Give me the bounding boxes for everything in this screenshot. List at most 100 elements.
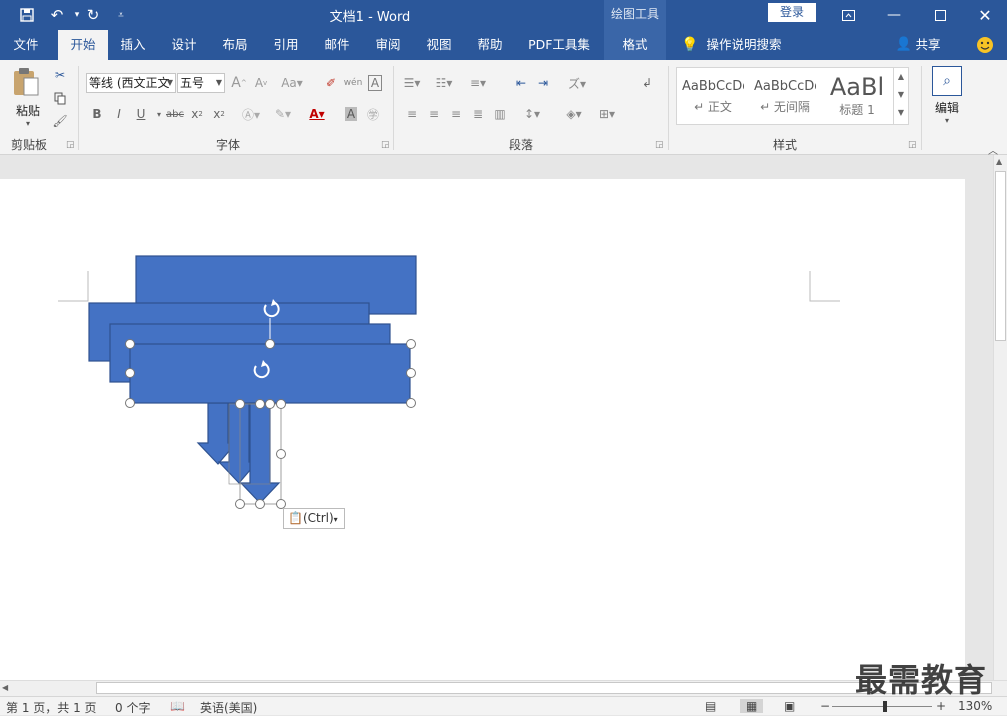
minimize-icon[interactable]: — (872, 0, 916, 30)
bullets-icon[interactable]: ☰▾ (401, 72, 423, 94)
style-no-spacing[interactable]: AaBbCcDd ↵ 无间隔 (753, 70, 817, 120)
margin-mark (58, 271, 89, 302)
language-indicator[interactable]: 英语(美国) (200, 699, 257, 716)
ribbon-display-options-icon[interactable] (826, 0, 870, 30)
vertical-scroll-thumb[interactable] (995, 171, 1006, 341)
justify-icon[interactable]: ≣ (467, 103, 489, 125)
distributed-icon[interactable]: ▥ (489, 103, 511, 125)
format-painter-icon[interactable]: 🖌 (49, 110, 71, 132)
chevron-down-icon: ▼ (215, 78, 222, 87)
zoom-slider-thumb[interactable] (883, 701, 887, 712)
highlight-color-icon[interactable]: ✎▾ (272, 103, 294, 125)
page-count[interactable]: 第 1 页，共 1 页 (6, 699, 97, 716)
tab-view[interactable]: 视图 (416, 30, 462, 60)
bold-icon[interactable]: B (86, 103, 108, 125)
font-size-select[interactable]: 五号 ▼ (177, 73, 225, 93)
tab-insert[interactable]: 插入 (110, 30, 156, 60)
subscript-icon[interactable]: x2 (186, 103, 208, 125)
clear-formatting-icon[interactable]: ✐ (320, 72, 342, 94)
callout-shape-selected[interactable] (129, 343, 411, 404)
maximize-icon[interactable] (918, 0, 962, 30)
enclose-characters-icon[interactable]: ㊫ (362, 103, 384, 125)
scroll-left-icon[interactable]: ◀ (2, 683, 8, 692)
line-spacing-icon[interactable]: ↕▾ (521, 103, 543, 125)
paste-button[interactable]: 粘贴 ▾ (10, 66, 46, 128)
text-effects-icon[interactable]: Ⓐ▾ (240, 103, 262, 125)
login-button[interactable]: 登录 (768, 3, 816, 22)
vertical-scrollbar[interactable]: ▲ (993, 155, 1007, 680)
align-left-icon[interactable]: ≡ (401, 103, 423, 125)
copy-icon[interactable] (49, 87, 71, 109)
shading-icon[interactable]: ◈▾ (563, 103, 585, 125)
align-right-icon[interactable]: ≡ (445, 103, 467, 125)
tab-format[interactable]: 格式 (604, 30, 666, 60)
undo-icon[interactable]: ↶ (46, 4, 68, 26)
tab-mailings[interactable]: 邮件 (314, 30, 360, 60)
tab-layout[interactable]: 布局 (212, 30, 258, 60)
superscript-icon[interactable]: x2 (208, 103, 230, 125)
numbering-icon[interactable]: ☷▾ (433, 72, 455, 94)
italic-icon[interactable]: I (108, 103, 130, 125)
zoom-in-icon[interactable]: + (936, 699, 946, 713)
font-color-icon[interactable]: A▾ (306, 103, 328, 125)
decrease-indent-icon[interactable]: ⇤ (510, 72, 532, 94)
borders-icon[interactable]: ⊞▾ (596, 103, 618, 125)
font-launcher-icon[interactable]: ◲ (381, 140, 390, 150)
close-icon[interactable]: ✕ (963, 0, 1007, 30)
shrink-font-icon[interactable]: Av (250, 72, 272, 94)
phonetic-guide-icon[interactable]: wén (342, 72, 364, 94)
tell-me-search[interactable]: 操作说明搜索 (704, 30, 784, 60)
tab-design[interactable]: 设计 (161, 30, 207, 60)
proofing-icon[interactable]: 📖 (170, 699, 185, 713)
paragraph-group-label: 段落 (508, 138, 533, 152)
save-icon[interactable] (16, 4, 38, 26)
zoom-slider[interactable] (832, 706, 932, 707)
tab-help[interactable]: 帮助 (467, 30, 513, 60)
tab-home[interactable]: 开始 (58, 30, 108, 60)
chevron-down-icon[interactable]: ▼ (894, 86, 908, 104)
paste-dropdown-icon[interactable]: ▾ (10, 119, 46, 128)
grow-font-icon[interactable]: A ^ (228, 72, 250, 94)
editing-label: 编辑 (934, 101, 959, 115)
character-border-icon[interactable]: A (364, 72, 386, 94)
chevron-up-icon[interactable]: ▲ (894, 68, 908, 86)
multilevel-list-icon[interactable]: ≡▾ (467, 72, 489, 94)
tab-references[interactable]: 引用 (263, 30, 309, 60)
clipboard-launcher-icon[interactable]: ◲ (66, 140, 75, 150)
tab-file[interactable]: 文件 (0, 30, 52, 60)
show-hide-marks-icon[interactable]: ↲ (636, 72, 658, 94)
web-layout-icon[interactable]: ▣ (784, 699, 795, 713)
share-button[interactable]: 共享 (913, 30, 943, 60)
share-person-icon[interactable]: 👤 (894, 30, 914, 60)
cut-icon[interactable]: ✂ (49, 64, 71, 86)
word-count[interactable]: 0 个字 (115, 699, 150, 716)
tab-pdf-tools[interactable]: PDF工具集 (518, 30, 600, 60)
search-icon: ⌕ (932, 66, 962, 96)
strikethrough-icon[interactable]: abc (164, 103, 186, 125)
increase-indent-icon[interactable]: ⇥ (532, 72, 554, 94)
print-layout-icon[interactable]: ▦ (740, 699, 764, 713)
read-mode-icon[interactable]: ▤ (705, 699, 716, 713)
styles-launcher-icon[interactable]: ◲ (908, 140, 917, 150)
styles-more-icon[interactable]: ▼ (894, 104, 908, 122)
zoom-out-icon[interactable]: − (820, 699, 830, 713)
character-shading-icon[interactable]: A (340, 103, 362, 125)
smiley-feedback-icon[interactable] (974, 30, 996, 60)
zoom-level[interactable]: 130% (958, 699, 992, 713)
change-case-icon[interactable]: Aa▾ (278, 72, 306, 94)
align-center-icon[interactable]: ≡ (423, 103, 445, 125)
redo-icon[interactable]: ↻ (82, 4, 104, 26)
tab-review[interactable]: 审阅 (365, 30, 411, 60)
style-heading-1[interactable]: AaBl 标题 1 (825, 70, 889, 120)
font-group-label: 字体 (215, 138, 240, 152)
chinese-layout-icon[interactable]: ズ▾ (566, 72, 588, 94)
customize-quick-access-icon[interactable]: ⩡ (110, 4, 132, 26)
scroll-up-icon[interactable]: ▲ (996, 157, 1002, 166)
lightbulb-icon[interactable]: 💡 (678, 30, 702, 60)
font-name-select[interactable]: 等线 (西文正文 ▼ (86, 73, 176, 93)
paste-options-button[interactable]: 📋(Ctrl)▾ (283, 508, 345, 529)
editing-button[interactable]: ⌕ 编辑 ▾ (930, 66, 964, 126)
paragraph-launcher-icon[interactable]: ◲ (655, 140, 664, 150)
styles-scroll[interactable]: ▲ ▼ ▼ (893, 68, 908, 124)
style-normal[interactable]: AaBbCcDd ↵ 正文 (681, 70, 745, 120)
